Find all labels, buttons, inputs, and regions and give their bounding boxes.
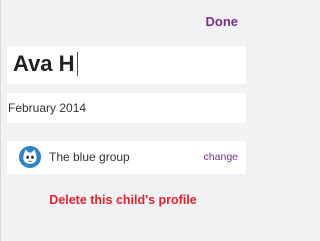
child-name-field[interactable]: Ava H: [7, 46, 246, 84]
change-group-link[interactable]: change: [204, 151, 238, 163]
birth-date-field[interactable]: February 2014: [7, 93, 246, 123]
birth-date-value: February 2014: [8, 101, 87, 115]
child-name-input[interactable]: Ava H: [13, 51, 79, 77]
group-name: The blue group: [49, 150, 130, 164]
child-name-text: Ava H: [13, 51, 75, 76]
group-row: The blue group change: [7, 141, 246, 174]
text-cursor: [76, 52, 79, 76]
delete-profile-button[interactable]: Delete this child's profile: [0, 193, 246, 207]
cat-face-icon: [19, 146, 41, 168]
top-bar: Done: [0, 0, 246, 40]
done-button[interactable]: Done: [206, 14, 239, 29]
